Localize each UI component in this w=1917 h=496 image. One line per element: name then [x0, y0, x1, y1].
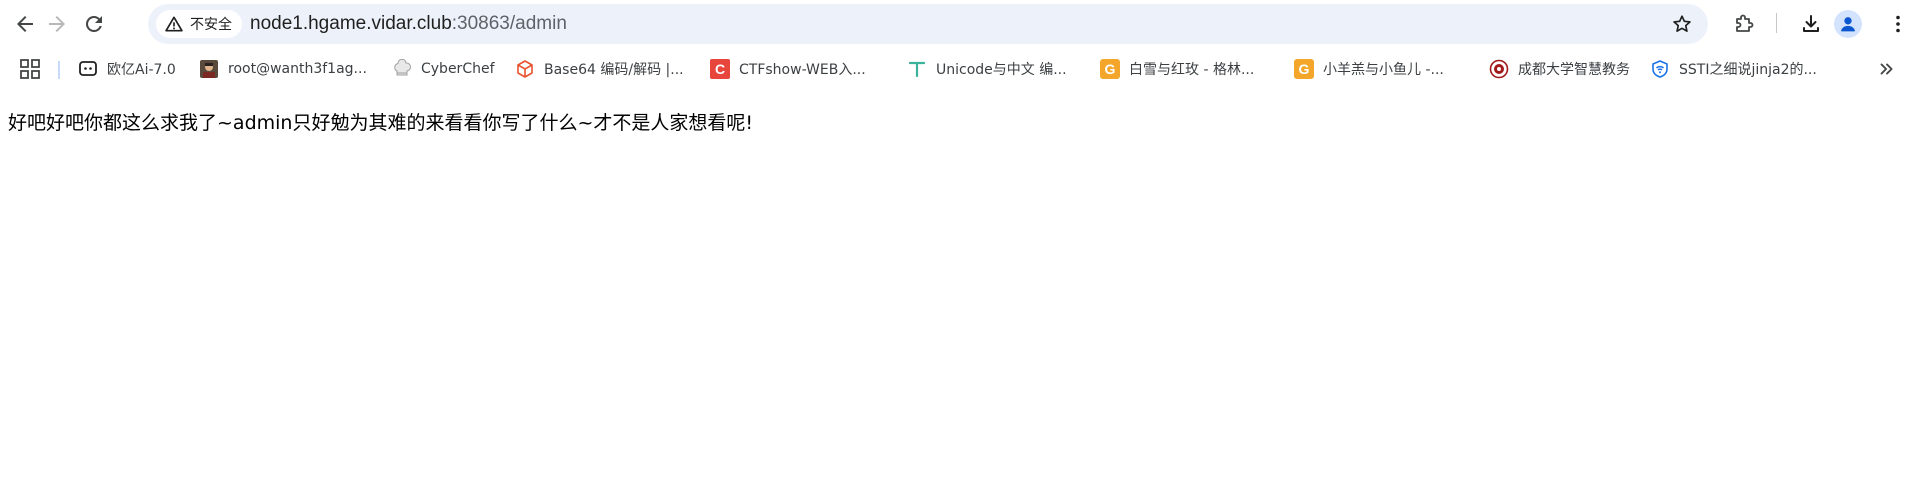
- downloads-button[interactable]: [1794, 7, 1828, 41]
- t-letter-icon: [907, 59, 927, 79]
- person-icon: [1841, 17, 1855, 32]
- star-icon: [1673, 15, 1691, 32]
- bookmark-item[interactable]: Base64 编码/解码 |...: [515, 56, 684, 82]
- g-letter-icon: G: [1294, 59, 1314, 79]
- more-bookmarks-button[interactable]: [1874, 57, 1900, 81]
- bookmark-label: Unicode与中文 编...: [936, 62, 1067, 78]
- bookmark-item[interactable]: Unicode与中文 编...: [907, 56, 1067, 82]
- download-icon: [1803, 15, 1819, 32]
- apps-button[interactable]: [18, 57, 42, 81]
- back-button[interactable]: [8, 7, 42, 41]
- bookmark-star-button[interactable]: [1666, 8, 1698, 40]
- c-logo-icon: C: [710, 59, 730, 79]
- browser-menu-button[interactable]: [1881, 7, 1915, 41]
- address-bar[interactable]: 不安全 node1.hgame.vidar.club:30863/admin: [148, 4, 1708, 44]
- bookmark-item[interactable]: 欧亿Ai-7.0: [78, 56, 176, 82]
- page-message: 好吧好吧你都这么求我了~admin只好勉为其难的来看看你写了什么~才不是人家想看…: [8, 112, 753, 134]
- bookmark-label: CTFshow-WEB入...: [739, 62, 866, 78]
- cube-icon: [515, 59, 535, 79]
- bookmark-label: 小羊羔与小鱼儿 -...: [1323, 62, 1444, 78]
- seal-icon: [1489, 59, 1509, 79]
- site-info-chip[interactable]: 不安全: [156, 10, 242, 38]
- bookmark-label: 白雪与红玫 - 格林...: [1129, 62, 1255, 78]
- bookmark-label: SSTI之细说jinja2的...: [1679, 62, 1817, 78]
- bookmarks-divider: [58, 61, 60, 79]
- bookmark-label: Base64 编码/解码 |...: [544, 62, 684, 78]
- extensions-button[interactable]: [1727, 7, 1761, 41]
- apps-grid-icon: [20, 59, 40, 79]
- forward-button[interactable]: [40, 7, 74, 41]
- bookmark-label: 欧亿Ai-7.0: [107, 62, 176, 78]
- bookmark-item[interactable]: C CTFshow-WEB入...: [710, 56, 866, 82]
- page-content: 好吧好吧你都这么求我了~admin只好勉为其难的来看看你写了什么~才不是人家想看…: [0, 86, 1917, 496]
- url-text[interactable]: node1.hgame.vidar.club:30863/admin: [250, 4, 567, 44]
- kebab-menu-icon: [1896, 15, 1900, 33]
- puzzle-icon: [1736, 14, 1754, 32]
- g-letter-icon: G: [1100, 59, 1120, 79]
- arrow-left-icon: [17, 16, 33, 32]
- profile-avatar-button[interactable]: [1834, 10, 1862, 38]
- reload-icon: [85, 15, 102, 32]
- browser-toolbar: 不安全 node1.hgame.vidar.club:30863/admin: [0, 0, 1917, 46]
- bookmark-item[interactable]: root@wanth3f1ag...: [199, 56, 367, 82]
- bookmark-label: 成都大学智慧教务: [1518, 62, 1630, 78]
- double-chevron-right-icon: [1880, 63, 1893, 75]
- bookmark-label: root@wanth3f1ag...: [228, 61, 367, 77]
- url-host: node1.hgame.vidar.club: [250, 13, 452, 34]
- bookmarks-bar: 欧亿Ai-7.0 root@wanth3f1ag... CyberChef Ba…: [0, 52, 1917, 86]
- reload-button[interactable]: [77, 7, 111, 41]
- warning-icon: [165, 16, 183, 32]
- chef-hat-icon: [392, 59, 412, 79]
- bookmark-label: CyberChef: [421, 61, 495, 77]
- chat-icon: [78, 59, 98, 79]
- arrow-right-icon: [49, 16, 65, 32]
- bookmark-item[interactable]: CyberChef: [392, 56, 495, 82]
- security-status-label: 不安全: [190, 17, 232, 33]
- url-path: :30863/admin: [451, 13, 567, 34]
- bookmark-item[interactable]: SSTI之细说jinja2的...: [1650, 56, 1817, 82]
- svg-text:C: C: [715, 61, 725, 77]
- svg-text:G: G: [1105, 61, 1116, 77]
- avatar-photo-icon: [199, 59, 219, 79]
- bookmark-item[interactable]: 成都大学智慧教务: [1489, 56, 1630, 82]
- bookmark-item[interactable]: G 小羊羔与小鱼儿 -...: [1294, 56, 1444, 82]
- svg-text:G: G: [1299, 61, 1310, 77]
- toolbar-divider: [1776, 13, 1777, 33]
- shield-wifi-icon: [1650, 59, 1670, 79]
- bookmark-item[interactable]: G 白雪与红玫 - 格林...: [1100, 56, 1254, 82]
